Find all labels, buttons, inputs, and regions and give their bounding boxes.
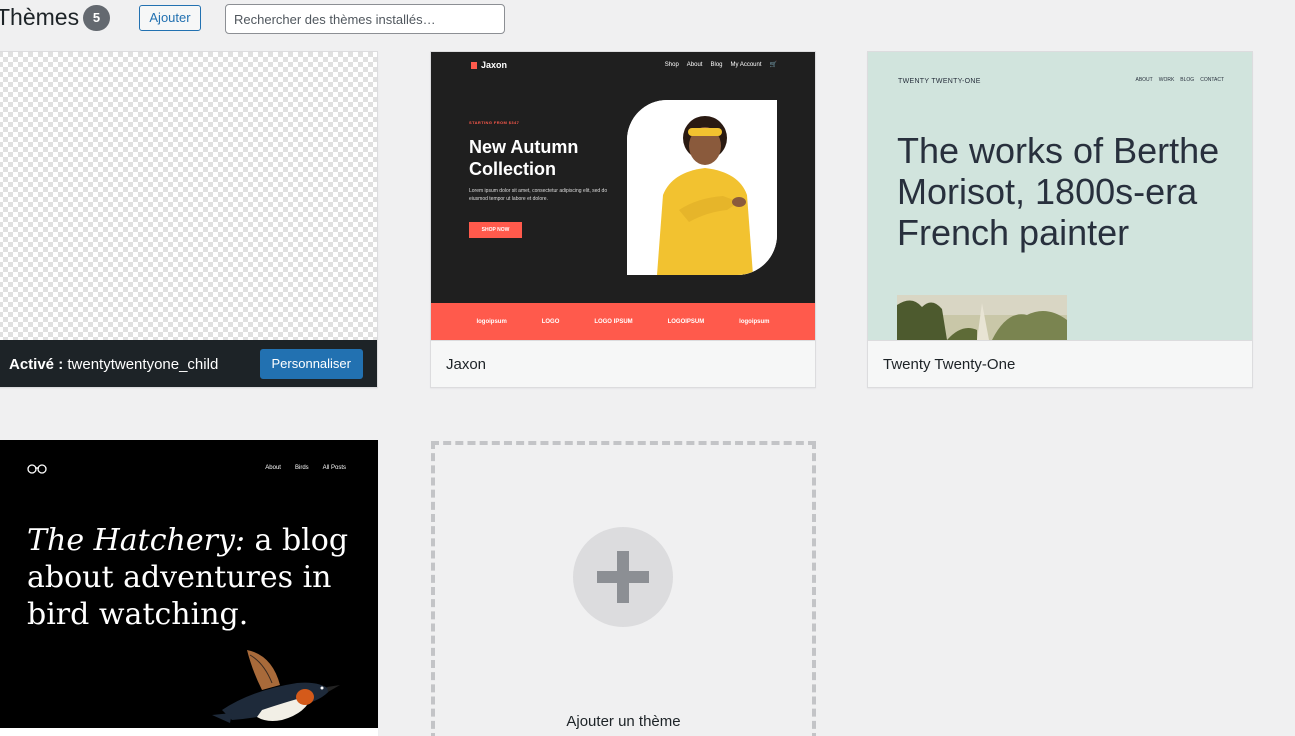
customize-button[interactable]: Personnaliser — [259, 349, 363, 379]
add-theme-label: Ajouter un thème — [566, 713, 681, 730]
theme-card-jaxon[interactable]: Jaxon Shop About Blog My Account 🛒 STARTING … — [430, 51, 816, 388]
theme-name: Jaxon — [431, 340, 815, 387]
preview-nav: About Birds All Posts — [265, 465, 346, 471]
theme-screenshot: Jaxon Shop About Blog My Account 🛒 STARTING … — [431, 52, 815, 340]
theme-screenshot-placeholder — [0, 52, 377, 340]
add-new-theme-card[interactable]: Ajouter un thème — [431, 441, 816, 736]
page-title: Thèmes — [0, 4, 80, 30]
jaxon-logo: Jaxon — [471, 60, 507, 70]
preview-eyebrow: STARTING FROM $347 — [469, 120, 520, 125]
preview-title: New Autumn Collection — [469, 137, 579, 179]
jaxon-logo-mark-icon — [471, 62, 477, 69]
transparent-checkerboard — [0, 52, 377, 340]
active-theme-bar: Activé : twentytwentyone_child Personnal… — [0, 340, 377, 387]
theme-card-active[interactable]: Activé : twentytwentyone_child Personnal… — [0, 51, 378, 388]
preview-nav: ABOUT WORK BLOG CONTACT — [1135, 77, 1225, 83]
logo-strip: logoipsum LOGO LOGO IPSUM LOGOIPSUM logo… — [431, 303, 815, 340]
theme-card-hatchery[interactable]: About Birds All Posts The Hatchery: a blog… — [0, 440, 378, 736]
search-input[interactable] — [225, 4, 505, 34]
painting-image — [897, 295, 1067, 340]
cart-icon: 🛒 — [769, 62, 777, 68]
preview-nav: Shop About Blog My Account 🛒 — [664, 62, 777, 68]
theme-name: Twenty Twenty-One — [868, 340, 1252, 387]
theme-card-twenty-twenty-one[interactable]: TWENTY TWENTY-ONE ABOUT WORK BLOG CONTACT T… — [867, 51, 1253, 388]
page-header: Thèmes 5 Ajouter — [0, 0, 1295, 40]
theme-count-badge: 5 — [83, 5, 110, 31]
preview-site-title: TWENTY TWENTY-ONE — [898, 78, 981, 85]
preview-body: Lorem ipsum dolor sit amet, consectetur … — [469, 188, 608, 202]
add-plus-icon — [573, 527, 673, 627]
active-theme-name: twentytwentyone_child — [67, 356, 219, 373]
binoculars-icon — [27, 464, 47, 477]
preview-cta: SHOP NOW — [469, 222, 522, 238]
theme-screenshot: About Birds All Posts The Hatchery: a blog… — [0, 440, 378, 728]
active-label: Activé : — [9, 356, 64, 373]
add-theme-button[interactable]: Ajouter — [139, 5, 201, 31]
preview-title: The Hatchery: a blog about adventures in… — [27, 523, 349, 632]
bird-illustration — [202, 645, 342, 728]
model-photo-image — [627, 100, 777, 275]
theme-screenshot: TWENTY TWENTY-ONE ABOUT WORK BLOG CONTACT T… — [868, 52, 1252, 340]
preview-headline: The works of Berthe Morisot, 1800s-era F… — [897, 130, 1220, 253]
